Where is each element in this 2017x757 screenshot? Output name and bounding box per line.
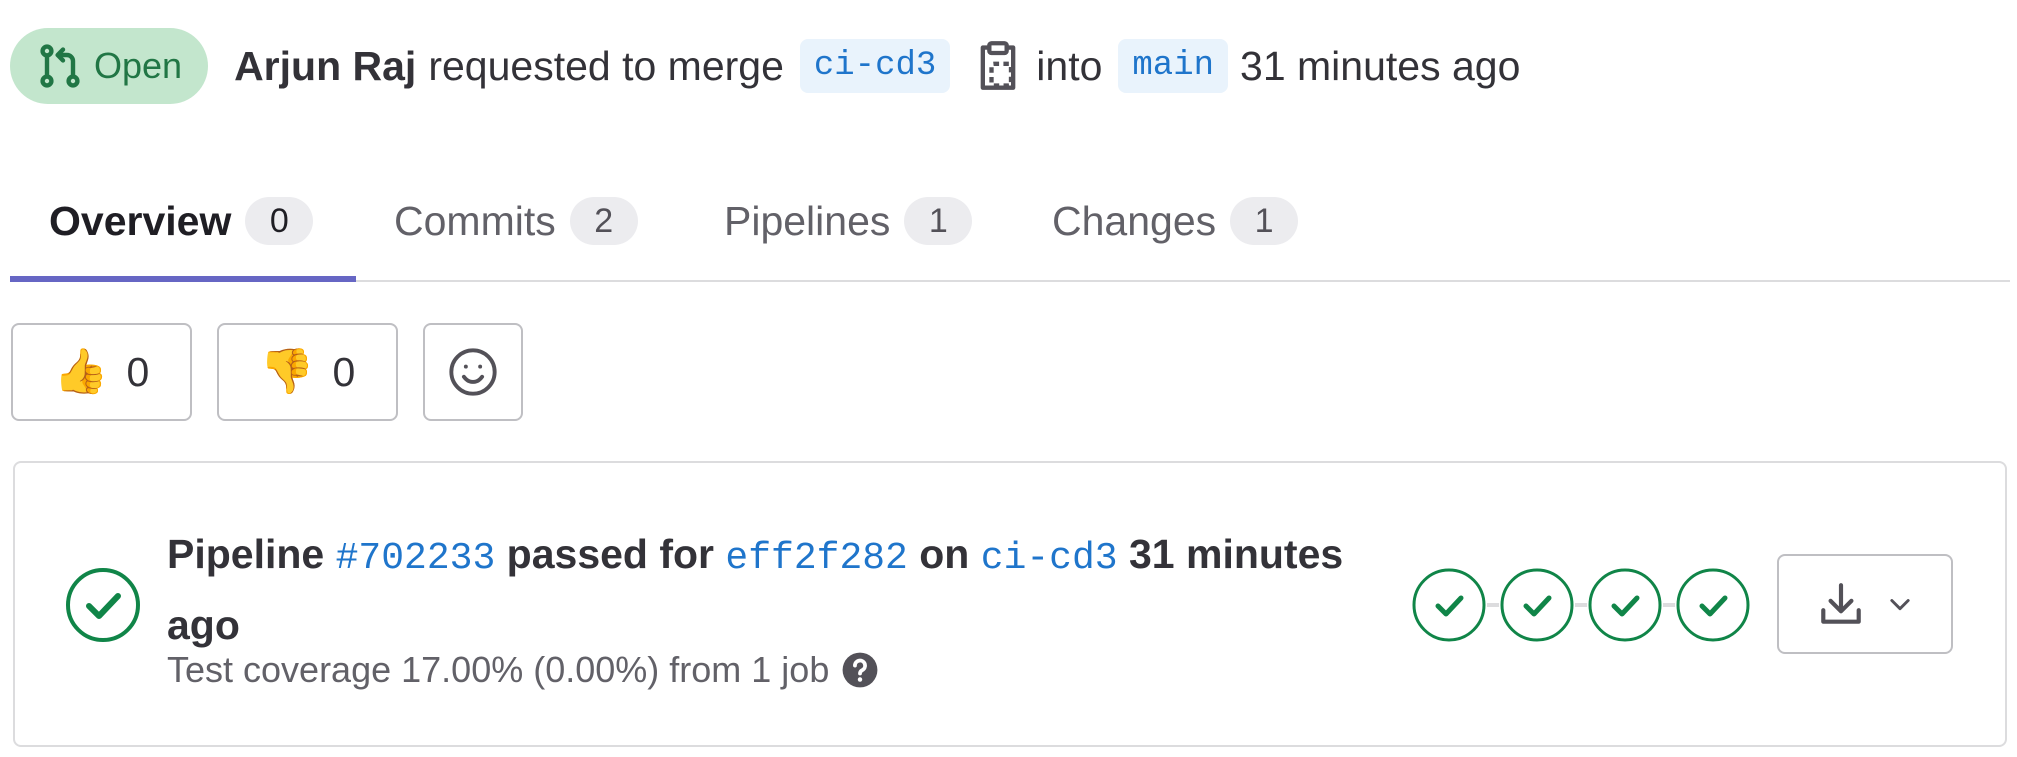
merge-request-tabs: Overview 0 Commits 2 Pipelines 1 Changes… [10,160,2010,282]
pipeline-word: Pipeline [167,531,325,577]
active-tab-indicator [10,276,356,282]
thumbs-up-count: 0 [126,348,150,395]
check-circle-icon [1500,568,1574,642]
thumbs-up-button[interactable]: 👍 0 [11,323,192,421]
on-text: on [919,531,970,577]
action-text: requested to merge [428,42,784,89]
stage-3-status[interactable] [1587,567,1663,643]
tab-overview-count: 0 [245,197,314,245]
stage-1-status[interactable] [1411,567,1487,643]
passed-for-text: passed for [506,531,715,577]
merge-request-header: Open Arjun Raj requested to merge ci-cd3… [10,28,1520,104]
merge-request-icon [40,44,80,88]
pipeline-branch-link[interactable]: ci-cd3 [981,537,1118,580]
pipeline-stages [1411,567,1756,643]
pipeline-summary: Pipeline #702233 passed for eff2f282 on … [167,521,1387,658]
status-label: Open [94,45,183,86]
tab-commits[interactable]: Commits 2 [394,160,638,282]
smiley-icon [449,348,497,396]
created-time: 31 minutes ago [1240,42,1521,89]
target-branch[interactable]: main [1118,39,1229,93]
tab-commits-count: 2 [569,197,638,245]
pipeline-id-link[interactable]: #702233 [336,537,496,580]
check-circle-icon [1412,568,1486,642]
thumbs-up-icon: 👍 [53,347,109,396]
author-name[interactable]: Arjun Raj [234,43,416,90]
pipeline-widget: Pipeline #702233 passed for eff2f282 on … [13,461,2007,747]
tab-overview-label: Overview [49,197,232,244]
tab-pipelines[interactable]: Pipelines 1 [724,160,973,282]
stage-4-status[interactable] [1675,567,1751,643]
commit-sha-link[interactable]: eff2f282 [725,537,907,580]
into-text: into [1036,42,1103,89]
tab-pipelines-label: Pipelines [724,197,891,244]
tab-pipelines-count: 1 [904,197,973,245]
tab-changes-label: Changes [1052,197,1217,244]
source-branch[interactable]: ci-cd3 [799,39,951,93]
check-circle-icon [1676,568,1750,642]
status-success-icon[interactable] [65,567,141,643]
thumbs-down-icon: 👎 [259,347,315,396]
clipboard-icon [980,41,1016,90]
coverage-info: Test coverage 17.00% (0.00%) from 1 job [167,649,879,691]
tab-overview[interactable]: Overview 0 [49,160,314,282]
coverage-text: Test coverage 17.00% (0.00%) from 1 job [167,649,830,690]
chevron-down-icon [1890,599,1910,611]
stage-2-status[interactable] [1499,567,1575,643]
check-circle-icon [1588,568,1662,642]
question-icon[interactable] [841,651,879,689]
tab-changes[interactable]: Changes 1 [1052,160,1299,282]
copy-branch-button[interactable] [972,36,1024,96]
tab-changes-count: 1 [1230,197,1299,245]
tab-commits-label: Commits [394,197,556,244]
status-badge: Open [10,28,209,104]
thumbs-down-count: 0 [332,348,356,395]
add-reaction-button[interactable] [423,323,523,421]
thumbs-down-button[interactable]: 👎 0 [217,323,398,421]
download-icon [1821,583,1861,624]
artifacts-download-button[interactable] [1777,554,1953,654]
